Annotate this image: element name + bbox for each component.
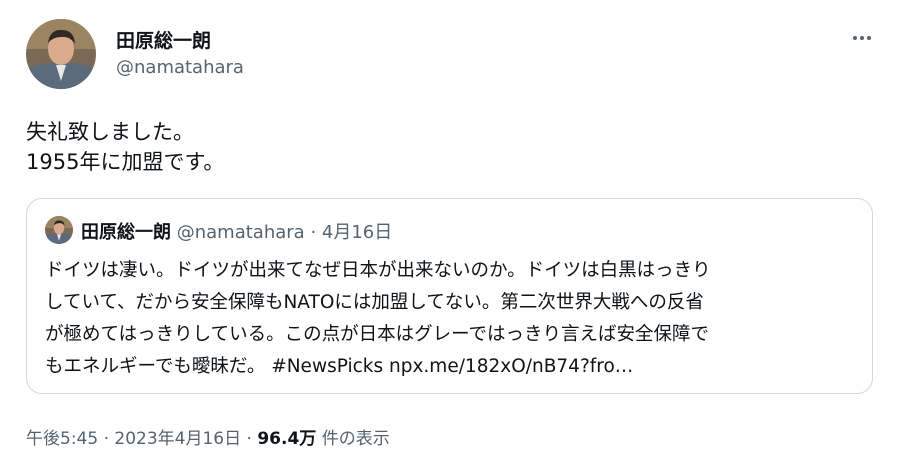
author-display-name[interactable]: 田原総一朗 bbox=[116, 26, 211, 53]
tweet-date[interactable]: 2023年4月16日 bbox=[114, 429, 241, 449]
more-horizontal-icon-dot bbox=[867, 36, 871, 40]
quote-date: 4月16日 bbox=[321, 222, 393, 243]
tweet-text: 失礼致しました。 1955年に加盟です。 bbox=[26, 117, 866, 177]
tweet-meta: 午後5:45 · 2023年4月16日 · 96.4万 件の表示 bbox=[26, 424, 390, 449]
views-count[interactable]: 96.4万 bbox=[257, 429, 316, 449]
meta-separator: · bbox=[246, 429, 252, 449]
quote-avatar-photo bbox=[45, 216, 73, 244]
quote-handle: @namatahara bbox=[176, 222, 305, 243]
author-handle[interactable]: @namatahara bbox=[116, 57, 244, 78]
views-label: 件の表示 bbox=[321, 429, 390, 449]
quoted-tweet[interactable]: 田原総一朗 @namatahara · 4月16日 ドイツは凄い。ドイツが出来て… bbox=[26, 198, 873, 394]
tweet-card: 田原総一朗 @namatahara 失礼致しました。 1955年に加盟です。 田… bbox=[0, 0, 898, 474]
more-options-button[interactable] bbox=[848, 26, 876, 50]
quote-avatar bbox=[45, 216, 73, 244]
more-horizontal-icon-dot bbox=[860, 36, 864, 40]
avatar[interactable] bbox=[26, 19, 96, 89]
quote-display-name: 田原総一朗 bbox=[81, 222, 171, 243]
meta-separator: · bbox=[103, 429, 109, 449]
quote-text: ドイツは凄い。ドイツが出来てなぜ日本が出来ないのか。ドイツは白黒はっきり してい… bbox=[45, 255, 860, 383]
tweet-time[interactable]: 午後5:45 bbox=[26, 429, 98, 449]
tweet-text-line: 1955年に加盟です。 bbox=[26, 150, 225, 174]
quote-text-line: していて、だから安全保障もNATOには加盟してない。第二次世界大戦への反省 bbox=[45, 292, 704, 313]
quote-text-line: もエネルギーでも曖昧だ。 #NewsPicks npx.me/182xO/nB7… bbox=[45, 356, 634, 377]
avatar-photo bbox=[26, 19, 96, 89]
quote-separator: · bbox=[310, 222, 317, 243]
more-horizontal-icon bbox=[853, 36, 857, 40]
quote-text-line: ドイツは凄い。ドイツが出来てなぜ日本が出来ないのか。ドイツは白黒はっきり bbox=[45, 260, 711, 281]
quote-text-line: が極めてはっきりしている。この点が日本はグレーではっきり言えば安全保障で bbox=[45, 324, 709, 345]
tweet-text-line: 失礼致しました。 bbox=[26, 120, 194, 144]
quote-header: 田原総一朗 @namatahara · 4月16日 bbox=[81, 218, 392, 244]
